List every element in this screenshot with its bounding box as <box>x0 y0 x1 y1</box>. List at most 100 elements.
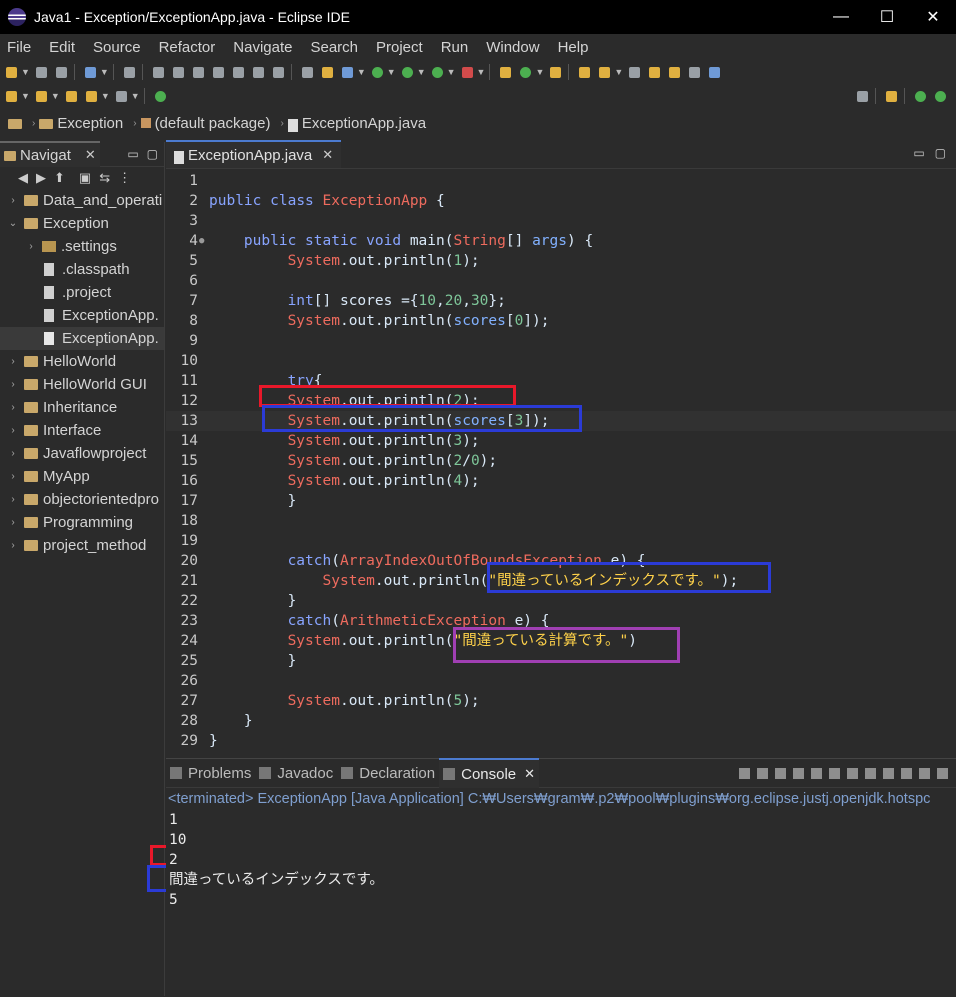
menu-help[interactable]: Help <box>558 39 589 56</box>
code-line[interactable]: 19 <box>166 531 956 551</box>
hierarchy-icon[interactable] <box>8 119 22 129</box>
clear-console-icon[interactable] <box>793 767 804 779</box>
editor-minmax-icon[interactable]: ▭ ▢ <box>913 146 946 160</box>
menu-refactor[interactable]: Refactor <box>159 39 216 56</box>
chevron-down-icon[interactable]: ⌄ <box>6 218 20 229</box>
external-tools-icon[interactable] <box>461 66 473 78</box>
tree-item[interactable]: .project <box>0 281 164 304</box>
tree-item[interactable]: › Javaflowproject <box>0 442 164 465</box>
debug-icon[interactable] <box>371 66 383 78</box>
code-line[interactable]: 26 <box>166 671 956 691</box>
chevron-right-icon[interactable]: › <box>6 540 20 551</box>
search-icon[interactable] <box>857 90 868 102</box>
tree-item[interactable]: › Programming <box>0 511 164 534</box>
code-text[interactable]: } <box>209 651 297 671</box>
breadcrumb-project[interactable]: Exception <box>57 115 123 132</box>
code-line[interactable]: 3 <box>166 211 956 231</box>
tab-problems[interactable]: Problems <box>166 759 255 787</box>
maximize-button[interactable]: ☐ <box>864 0 910 34</box>
code-line[interactable]: 8 System.out.println(scores[0]); <box>166 311 956 331</box>
maximize-view-icon[interactable]: ▢ <box>147 147 158 161</box>
code-line[interactable]: 29} <box>166 731 956 751</box>
code-text[interactable]: int[] scores ={10,20,30}; <box>209 291 506 311</box>
code-line[interactable]: 17 } <box>166 491 956 511</box>
toggle-mark-icon[interactable] <box>629 66 641 78</box>
code-text[interactable]: System.out.println(1); <box>209 251 480 271</box>
tree-item[interactable]: › project_method <box>0 534 164 557</box>
collapse-all-icon[interactable]: ▣ <box>79 170 91 186</box>
use-step-filters-icon[interactable] <box>321 66 333 78</box>
tree-item[interactable]: ⌄ Exception <box>0 212 164 235</box>
chevron-right-icon[interactable]: › <box>6 402 20 413</box>
tree-item[interactable]: › HelloWorld GUI <box>0 373 164 396</box>
tree-item[interactable]: › Interface <box>0 419 164 442</box>
close-icon[interactable]: ✕ <box>524 766 535 782</box>
tree-item[interactable]: › Data_and_operati <box>0 189 164 212</box>
word-wrap-icon[interactable] <box>829 767 840 779</box>
menu-run[interactable]: Run <box>441 39 469 56</box>
open-console-icon[interactable] <box>341 66 353 78</box>
step-into-icon[interactable] <box>232 66 244 78</box>
tab-declaration[interactable]: Declaration <box>337 759 439 787</box>
skip-breakpoints-icon[interactable] <box>123 66 135 78</box>
code-text[interactable]: System.out.println(4); <box>209 471 480 491</box>
disconnect-icon[interactable] <box>212 66 224 78</box>
menu-file[interactable]: File <box>7 39 31 56</box>
code-editor[interactable]: 1 2 public class ExceptionApp {3 4 ● public … <box>166 171 956 751</box>
code-line[interactable]: 22 } <box>166 591 956 611</box>
chevron-right-icon[interactable]: › <box>6 448 20 459</box>
block-selection-icon[interactable] <box>669 66 681 78</box>
tree-item[interactable]: ExceptionApp. <box>0 304 164 327</box>
debug-perspective-icon[interactable] <box>935 90 946 102</box>
toggle-highlight-icon[interactable] <box>649 66 661 78</box>
scroll-lock-icon[interactable] <box>811 767 822 779</box>
up-folder-icon[interactable]: ⬆ <box>54 170 65 186</box>
chevron-right-icon[interactable]: › <box>6 379 20 390</box>
maximize-view-icon[interactable] <box>937 767 948 779</box>
terminate-icon[interactable] <box>739 767 750 779</box>
menu-project[interactable]: Project <box>376 39 423 56</box>
code-line[interactable]: 18 <box>166 511 956 531</box>
chevron-right-icon[interactable]: › <box>6 195 20 206</box>
run-icon[interactable] <box>401 66 413 78</box>
open-perspective-icon[interactable] <box>886 90 897 102</box>
menu-window[interactable]: Window <box>486 39 539 56</box>
code-text[interactable]: System.out.println(5); <box>209 691 480 711</box>
next-annotation-icon[interactable] <box>6 90 17 102</box>
tree-item[interactable]: › .settings <box>0 235 164 258</box>
annotation-icon[interactable] <box>599 66 611 78</box>
drop-to-frame-icon[interactable] <box>301 66 313 78</box>
override-marker-icon[interactable]: ● <box>199 231 204 251</box>
code-text[interactable]: public class ExceptionApp { <box>209 191 445 211</box>
tree-item[interactable]: › Inheritance <box>0 396 164 419</box>
code-line[interactable]: 1 <box>166 171 956 191</box>
tree-item[interactable]: › objectorientedpro <box>0 488 164 511</box>
code-line[interactable]: 9 <box>166 331 956 351</box>
tab-console[interactable]: Console ✕ <box>439 758 540 788</box>
view-menu-icon[interactable]: ⋮ <box>118 170 131 186</box>
minimize-view-icon[interactable] <box>919 767 930 779</box>
step-over-icon[interactable] <box>252 66 264 78</box>
whitespace-icon[interactable] <box>689 66 701 78</box>
code-line[interactable]: 6 <box>166 271 956 291</box>
step-return-icon[interactable] <box>272 66 284 78</box>
tree-item[interactable]: ExceptionApp. <box>0 327 164 350</box>
print-icon[interactable] <box>84 66 96 78</box>
menu-source[interactable]: Source <box>93 39 141 56</box>
close-button[interactable]: ✕ <box>910 0 956 34</box>
menu-navigate[interactable]: Navigate <box>233 39 292 56</box>
code-line[interactable]: 10 <box>166 351 956 371</box>
code-line[interactable]: 2 public class ExceptionApp { <box>166 191 956 211</box>
menu-edit[interactable]: Edit <box>49 39 75 56</box>
terminate-icon[interactable] <box>192 66 204 78</box>
code-line[interactable]: 4 ● public static void main(String[] args… <box>166 231 956 251</box>
code-line[interactable]: 16 System.out.println(4); <box>166 471 956 491</box>
new-java-class-icon[interactable] <box>520 66 532 78</box>
last-edit-icon[interactable] <box>65 90 77 102</box>
code-line[interactable]: 15 System.out.println(2/0); <box>166 451 956 471</box>
save-all-icon[interactable] <box>55 66 67 78</box>
open-task-icon[interactable] <box>579 66 591 78</box>
console-output[interactable]: 1 10 2 間違っているインデックスです。 5 <box>166 810 956 910</box>
chevron-right-icon[interactable]: › <box>6 494 20 505</box>
breadcrumb-package[interactable]: (default package) <box>155 115 271 132</box>
